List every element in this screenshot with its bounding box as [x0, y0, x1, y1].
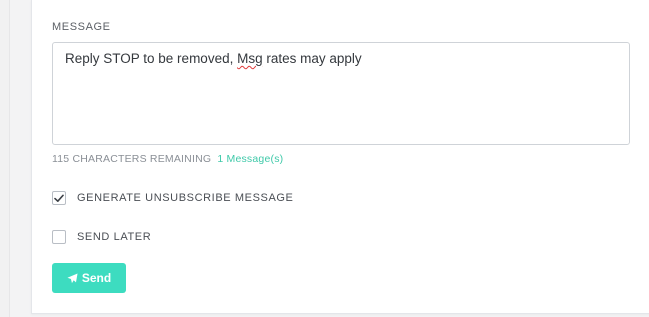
- checkmark-icon: [54, 194, 64, 202]
- character-counter: 115 CHARACTERS REMAINING 1 Message(s): [52, 153, 283, 165]
- message-count-text: 1 Message(s): [217, 153, 284, 165]
- unsubscribe-checkbox[interactable]: [52, 191, 66, 205]
- send-later-label: SEND LATER: [77, 231, 152, 243]
- message-textarea[interactable]: Reply STOP to be removed, Msg rates may …: [52, 42, 630, 145]
- message-text-part-1: Reply STOP to be removed,: [65, 51, 238, 66]
- message-text-misspelled-word: Msg: [237, 51, 263, 66]
- sidebar-edge: [0, 0, 10, 317]
- chars-remaining-text: 115 CHARACTERS REMAINING: [52, 153, 212, 165]
- paper-plane-icon: [67, 272, 78, 284]
- unsubscribe-option[interactable]: GENERATE UNSUBSCRIBE MESSAGE: [52, 190, 293, 206]
- message-text-part-2: rates may apply: [262, 51, 362, 66]
- send-button-label: Send: [81, 271, 112, 285]
- send-button[interactable]: Send: [52, 263, 126, 293]
- send-later-option[interactable]: SEND LATER: [52, 229, 151, 245]
- unsubscribe-label: GENERATE UNSUBSCRIBE MESSAGE: [77, 192, 294, 204]
- compose-card: MESSAGE Reply STOP to be removed, Msg ra…: [31, 0, 649, 314]
- send-later-checkbox[interactable]: [52, 230, 66, 244]
- message-label: MESSAGE: [52, 21, 111, 33]
